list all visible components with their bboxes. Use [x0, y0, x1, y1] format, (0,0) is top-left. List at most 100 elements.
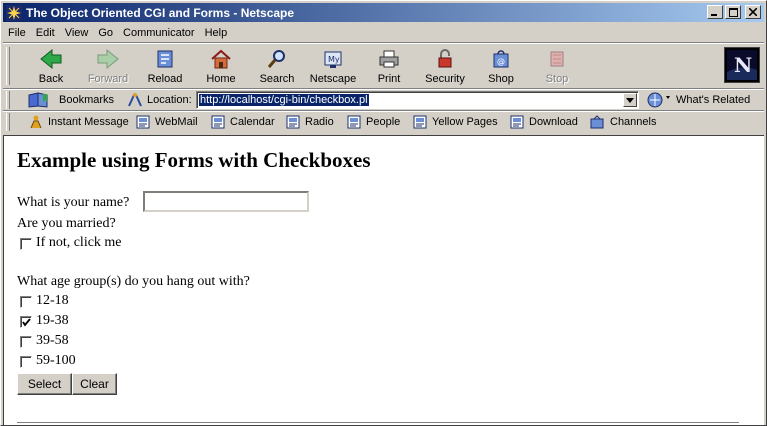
age-19-38-checkbox[interactable]	[20, 316, 32, 328]
menu-file[interactable]: File	[3, 27, 31, 39]
forward-label: Forward	[87, 73, 129, 85]
svg-text:N: N	[734, 53, 752, 77]
home-button[interactable]: Home	[193, 47, 249, 87]
channels-label: Channels	[610, 116, 657, 128]
bookmarks-icon	[28, 92, 48, 108]
reload-label: Reload	[147, 73, 183, 85]
bookmark-page-icon	[510, 115, 524, 129]
yellow-pages-label: Yellow Pages	[432, 116, 498, 128]
browser-window: The Object Oriented CGI and Forms - Nets…	[0, 0, 767, 426]
checkmark-icon	[22, 318, 31, 327]
married-option-label: If not, click me	[36, 235, 122, 250]
channels-button[interactable]: Channels	[589, 114, 656, 130]
print-label: Print	[377, 73, 401, 85]
clear-button[interactable]: Clear	[72, 373, 117, 395]
stop-label: Stop	[545, 73, 569, 85]
age-group-label: 39-58	[36, 333, 69, 348]
channels-icon	[590, 115, 604, 129]
page-content: Example using Forms with Checkboxes What…	[3, 135, 764, 425]
close-icon	[749, 8, 757, 16]
married-checkbox[interactable]	[20, 238, 32, 250]
age-39-58-checkbox[interactable]	[20, 336, 32, 348]
close-button[interactable]	[745, 5, 761, 19]
maximize-button[interactable]	[725, 5, 741, 19]
toolbar-grip[interactable]	[6, 113, 10, 131]
forward-arrow-icon	[97, 48, 119, 70]
calendar-button[interactable]: Calendar	[211, 114, 275, 130]
calendar-label: Calendar	[230, 116, 275, 128]
age-59-100-checkbox[interactable]	[20, 356, 32, 368]
maximize-icon	[728, 7, 738, 17]
name-input[interactable]	[143, 191, 309, 212]
married-prompt: Are you married?	[17, 216, 116, 231]
yellow-pages-button[interactable]: Yellow Pages	[413, 114, 498, 130]
radio-label: Radio	[305, 116, 334, 128]
reload-button[interactable]: Reload	[137, 47, 193, 87]
url-dropdown-button[interactable]	[623, 93, 637, 107]
select-button[interactable]: Select	[17, 373, 72, 395]
age-group-label: 19-38	[36, 313, 69, 328]
stop-button[interactable]: Stop	[529, 47, 585, 87]
download-label: Download	[529, 116, 578, 128]
menu-go[interactable]: Go	[93, 27, 118, 39]
toolbar-grip[interactable]	[6, 91, 10, 109]
page-proxy-icon	[128, 93, 142, 107]
security-button[interactable]: Security	[417, 47, 473, 87]
whats-related-button[interactable]: What's Related	[646, 92, 750, 108]
lock-icon	[438, 49, 452, 68]
radio-button[interactable]: Radio	[286, 114, 334, 130]
search-button[interactable]: Search	[249, 47, 305, 87]
minimize-icon	[711, 14, 717, 16]
home-icon	[211, 49, 231, 69]
bookmark-page-icon	[413, 115, 427, 129]
divider	[3, 42, 764, 44]
url-input[interactable]: http://localhost/cgi-bin/checkbox.pl	[196, 91, 639, 109]
name-prompt: What is your name?	[17, 195, 130, 210]
stop-icon	[550, 51, 564, 67]
netscape-button[interactable]: My Netscape	[305, 47, 361, 87]
bookmarks-button[interactable]: Bookmarks	[27, 92, 114, 108]
minimize-button[interactable]	[707, 5, 723, 19]
menu-view[interactable]: View	[60, 27, 94, 39]
svg-text:@: @	[497, 57, 505, 66]
webmail-button[interactable]: WebMail	[136, 114, 198, 130]
chevron-down-icon	[626, 97, 634, 103]
instant-message-icon	[30, 115, 42, 129]
people-button[interactable]: People	[347, 114, 400, 130]
netscape-label: Netscape	[309, 73, 357, 85]
age-group-label: 59-100	[36, 353, 76, 368]
search-label: Search	[259, 73, 295, 85]
age-prompt: What age group(s) do you hang out with?	[17, 274, 250, 289]
bookmark-page-icon	[347, 115, 361, 129]
print-icon	[379, 50, 399, 68]
location-toolbar: Bookmarks Location: http://localhost/cgi…	[3, 90, 764, 110]
back-button[interactable]: Back	[23, 47, 79, 87]
instant-message-button[interactable]: Instant Message	[29, 114, 129, 130]
menu-edit[interactable]: Edit	[31, 27, 60, 39]
horizontal-rule	[17, 422, 739, 424]
print-button[interactable]: Print	[361, 47, 417, 87]
instant-message-label: Instant Message	[48, 116, 129, 128]
svg-text:My: My	[328, 55, 340, 64]
title-bar: The Object Oriented CGI and Forms - Nets…	[3, 3, 764, 22]
age-12-18-checkbox[interactable]	[20, 296, 32, 308]
location-label: Location:	[147, 94, 192, 106]
age-group-label: 12-18	[36, 293, 69, 308]
bookmark-page-icon	[286, 115, 300, 129]
shop-button[interactable]: @ Shop	[473, 47, 529, 87]
menu-communicator[interactable]: Communicator	[118, 27, 200, 39]
menu-help[interactable]: Help	[200, 27, 233, 39]
netscape-app-icon	[6, 4, 22, 21]
personal-toolbar: Instant Message WebMail Calendar Radio P…	[3, 112, 764, 132]
netscape-n-icon: N	[727, 50, 757, 80]
back-label: Back	[38, 73, 64, 85]
toolbar-grip[interactable]	[6, 47, 10, 85]
window-title: The Object Oriented CGI and Forms - Nets…	[26, 5, 295, 20]
download-button[interactable]: Download	[510, 114, 578, 130]
reload-icon	[157, 50, 173, 68]
netscape-my-icon: My	[324, 51, 342, 68]
netscape-logo[interactable]: N	[724, 47, 760, 83]
forward-button[interactable]: Forward	[80, 47, 136, 87]
people-label: People	[366, 116, 401, 128]
location-label-group: Location:	[127, 92, 192, 108]
